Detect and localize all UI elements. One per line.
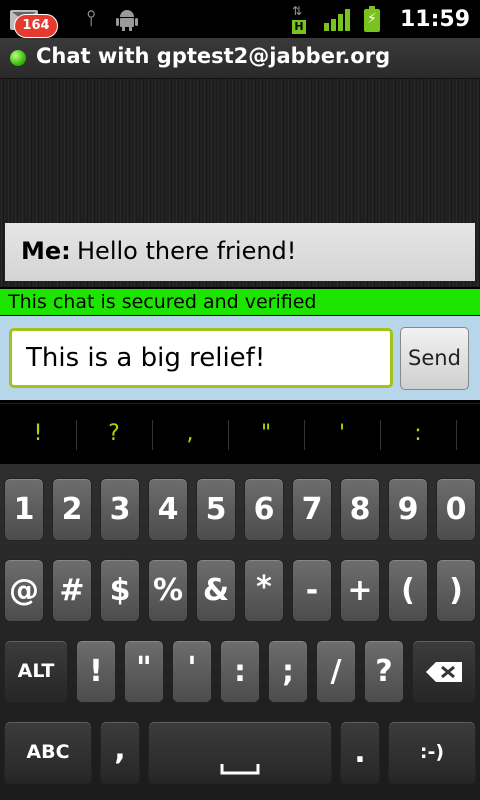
key-close-paren[interactable]: ) [436,559,476,622]
delete-key[interactable] [412,640,476,703]
battery-charging-icon: ⚡ [363,6,380,32]
compose-bar: Send [0,316,480,400]
space-icon [220,764,260,775]
key-5[interactable]: 5 [196,478,236,541]
smiley-key[interactable]: :-) [388,721,476,784]
backspace-icon [426,662,462,682]
android-debug-icon [116,6,138,32]
message-text: Hello there friend! [77,237,297,265]
key-semicolon[interactable]: ; [268,640,308,703]
status-bar-notifications: 164 ⫯ [8,4,138,38]
key-at[interactable]: @ [4,559,44,622]
signal-icon [323,7,352,31]
key-7[interactable]: 7 [292,478,332,541]
space-key[interactable] [148,721,332,784]
key-asterisk[interactable]: * [244,559,284,622]
key-single-quote[interactable]: ' [172,640,212,703]
hsdpa-icon: ⇅ H [290,4,312,34]
message-bubble: Me: Hello there friend! [5,223,475,281]
key-0[interactable]: 0 [436,478,476,541]
presence-online-icon [10,50,26,66]
suggestion-item[interactable]: ' [304,404,380,464]
suggestion-item[interactable]: ! [0,404,76,464]
key-ampersand[interactable]: & [196,559,236,622]
chat-title: Chat with gptest2@jabber.org [36,44,391,68]
key-plus[interactable]: + [340,559,380,622]
key-8[interactable]: 8 [340,478,380,541]
android-robot-shape [116,10,138,31]
abc-mode-key[interactable]: ABC [4,721,92,784]
key-double-quote[interactable]: " [124,640,164,703]
usb-icon: ⫯ [86,6,96,31]
key-1[interactable]: 1 [4,478,44,541]
key-period[interactable]: . [340,721,380,784]
message-input[interactable] [9,328,393,388]
chat-history[interactable]: Me: Hello there friend! [0,79,480,287]
suggestion-item[interactable]: " [228,404,304,464]
suggestion-item[interactable]: : [380,404,456,464]
notification-count-badge: 164 [14,14,58,38]
key-3[interactable]: 3 [100,478,140,541]
status-bar: 164 ⫯ ⇅ H ⚡ 11:59 [0,0,480,38]
clock: 11:59 [399,6,470,32]
key-colon[interactable]: : [220,640,260,703]
key-exclamation[interactable]: ! [76,640,116,703]
suggestion-strip: ! ? , " ' : [0,403,480,465]
key-dollar[interactable]: $ [100,559,140,622]
key-comma[interactable]: , [100,721,140,784]
alt-key[interactable]: ALT [4,640,68,703]
key-slash[interactable]: / [316,640,356,703]
key-percent[interactable]: % [148,559,188,622]
soft-keyboard: 1 2 3 4 5 6 7 8 9 0 @ # $ % & * - + ( ) … [0,464,480,800]
key-2[interactable]: 2 [52,478,92,541]
suggestion-item[interactable]: , [152,404,228,464]
key-question[interactable]: ? [364,640,404,703]
suggestion-divider [456,420,457,450]
key-minus[interactable]: - [292,559,332,622]
message-sender: Me: [21,237,71,265]
key-4[interactable]: 4 [148,478,188,541]
key-9[interactable]: 9 [388,478,428,541]
gmail-icon: 164 [8,4,58,38]
key-hash[interactable]: # [52,559,92,622]
chat-title-bar: Chat with gptest2@jabber.org [0,38,480,79]
suggestion-item[interactable]: ? [76,404,152,464]
send-button[interactable]: Send [400,327,469,390]
key-6[interactable]: 6 [244,478,284,541]
status-bar-system: ⇅ H ⚡ 11:59 [290,4,470,34]
security-status-banner: This chat is secured and verified [0,289,480,315]
key-open-paren[interactable]: ( [388,559,428,622]
